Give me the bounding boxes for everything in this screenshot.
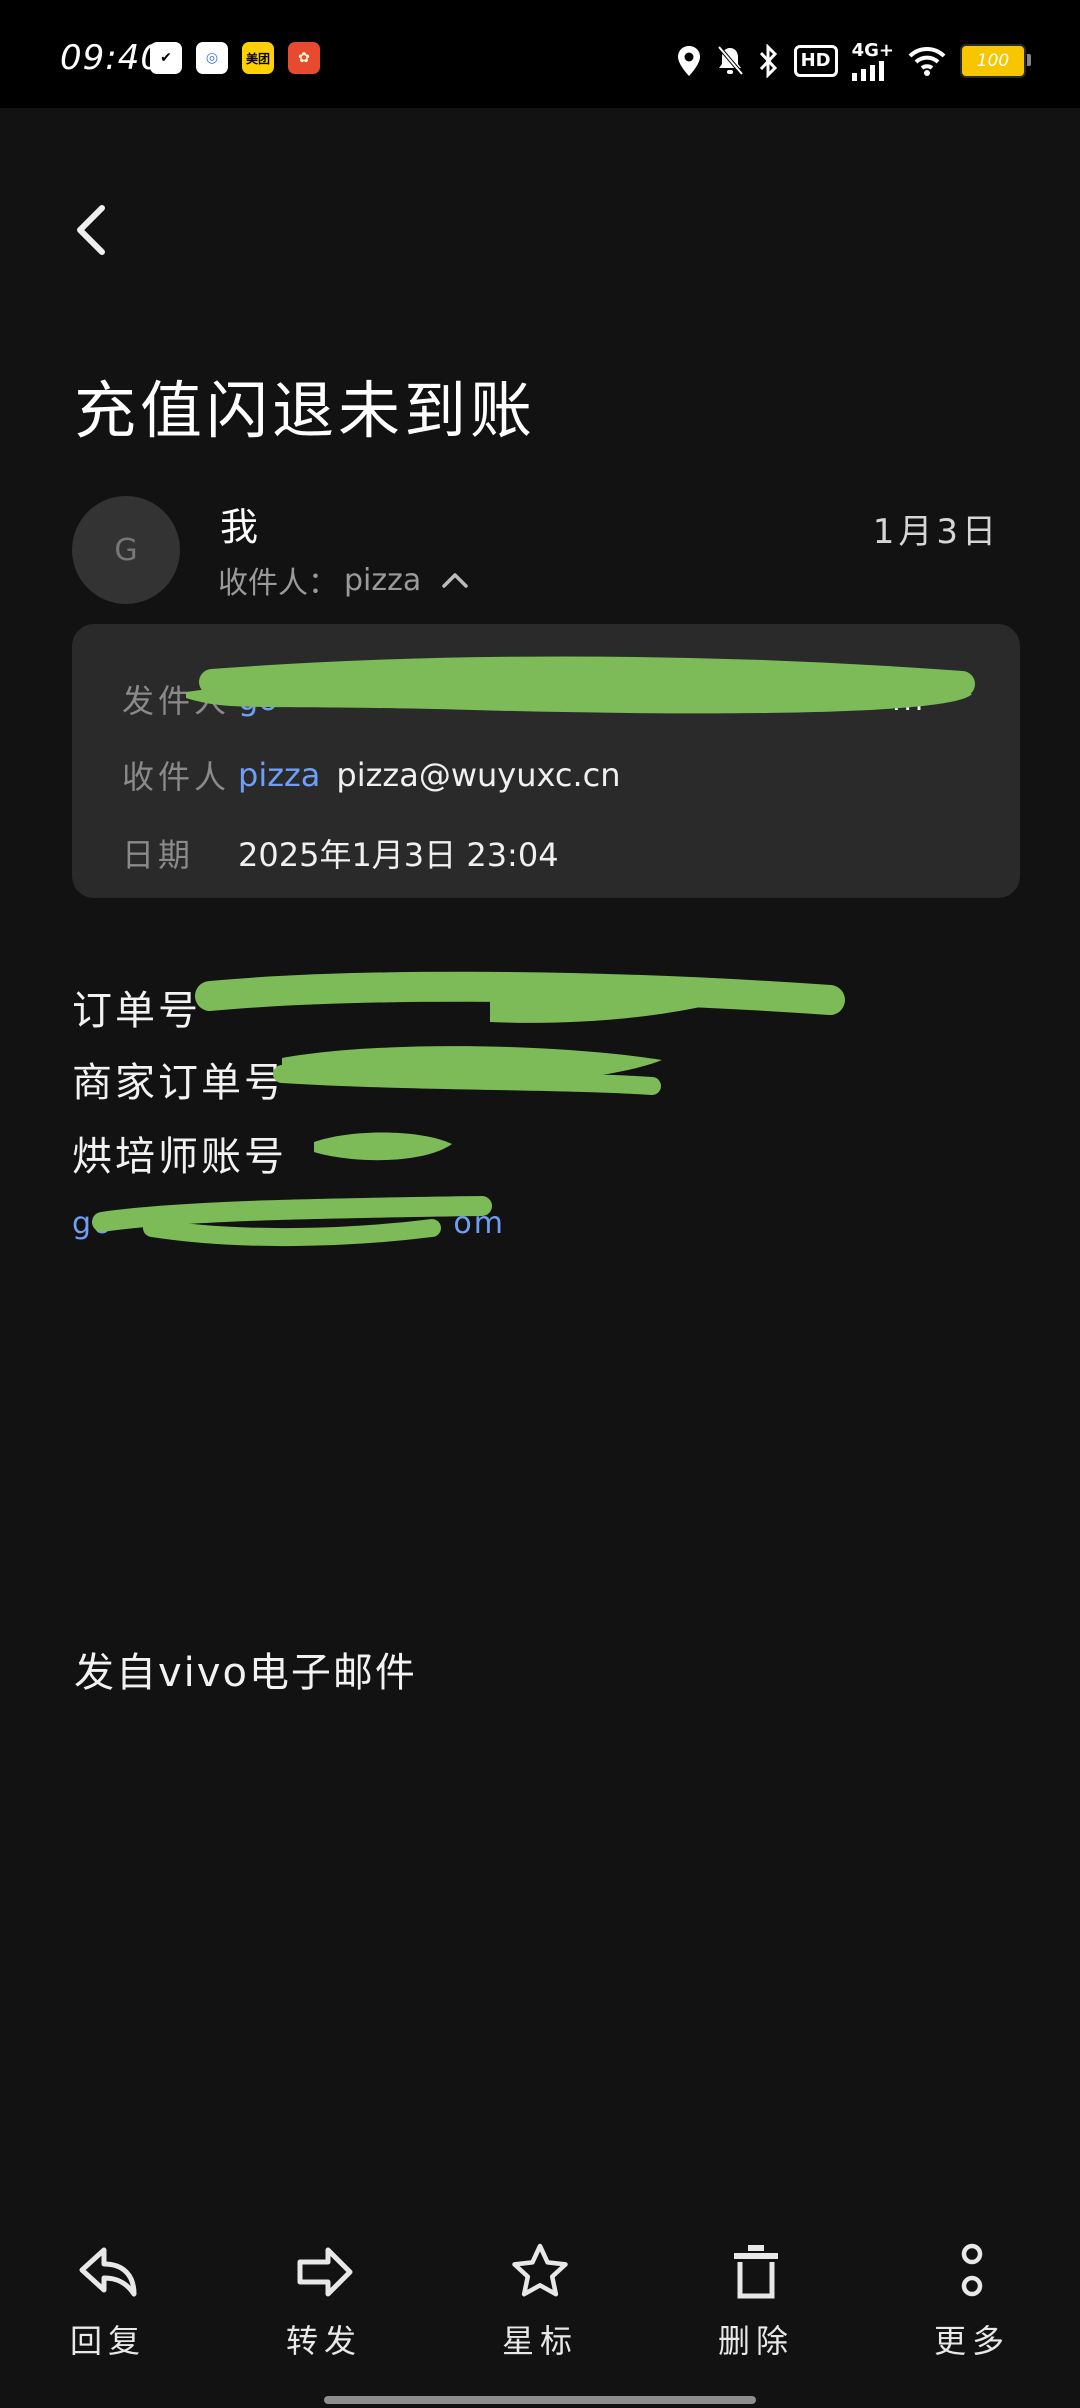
reply-icon [79,2247,137,2297]
email-details-card: 发件人 go m 收件人 pizza pizza@wuyuxc.cn 日期 20… [72,624,1020,898]
home-indicator[interactable] [324,2396,756,2404]
status-time: 09:40 [60,38,163,78]
baidu-netdisk-icon: ◎ [196,42,228,74]
redaction-from [186,656,975,714]
date-row: 日期 2025年1月3日 23:04 [122,830,559,876]
reply-button[interactable]: 回复 [38,2240,178,2362]
star-label: 星标 [501,2322,578,2360]
recipient-summary[interactable]: 收件人： pizza [218,558,469,602]
wifi-icon [908,46,946,76]
star-button[interactable]: 星标 [470,2240,610,2362]
notification-icons: ✔ ◎ 美团 ✿ [150,42,320,74]
forward-icon [297,2247,353,2297]
redaction-email-link [92,1196,492,1247]
to-name[interactable]: pizza [238,756,320,794]
more-label: 更多 [933,2322,1010,2360]
more-icon [961,2243,983,2297]
battery-indicator: 100 [960,43,1031,78]
body-line-baker-account: 烘培师账号 [72,1134,287,1180]
delete-label: 删除 [717,2322,794,2360]
redaction-baker-account [314,1132,452,1161]
more-button[interactable]: 更多 [902,2240,1042,2362]
date-value: 2025年1月3日 23:04 [238,836,559,874]
body-line-merchant-order: 商家订单号 [72,1060,287,1106]
email-subject: 充值闪退未到账 [74,374,537,447]
recipient-summary-name: pizza [344,562,422,598]
network-type: 4G+ [851,40,894,61]
hd-badge: HD [793,44,838,77]
to-row: 收件人 pizza pizza@wuyuxc.cn [122,752,621,798]
star-icon [512,2243,568,2297]
location-icon [677,45,700,76]
email-date-short: 1月3日 [872,512,1000,552]
email-signature: 发自vivo电子邮件 [74,1650,417,1696]
signal-bars-icon [851,61,884,81]
sender-avatar: G [72,496,180,604]
sender-name: 我 [220,505,259,549]
email-detail-screen: 09:40 ✔ ◎ 美团 ✿ HD 4G+ 100 充值闪退未到账 G 我 收件… [0,0,1080,2408]
bluetooth-icon [759,43,777,78]
game-icon: ✿ [288,42,320,74]
bottom-action-bar: 回复 转发 星标 删除 更多 [0,2240,1080,2380]
system-icons: HD 4G+ 100 [676,40,1031,81]
forward-button[interactable]: 转发 [254,2240,394,2362]
body-line-order-number: 订单号 [72,988,201,1034]
recipient-summary-label: 收件人： [218,566,338,601]
meituan-icon: 美团 [242,42,274,74]
mute-bell-icon [717,45,744,75]
cellular-signal: 4G+ [851,40,894,81]
clipboard-icon: ✔ [150,42,182,74]
forward-label: 转发 [285,2322,362,2360]
delete-button[interactable]: 删除 [686,2240,826,2362]
date-label: 日期 [122,836,195,874]
trash-icon [734,2245,778,2299]
to-email[interactable]: pizza@wuyuxc.cn [336,756,620,794]
back-arrow-icon[interactable] [68,200,118,260]
redaction-merchant-order [273,1046,662,1095]
status-bar: 09:40 ✔ ◎ 美团 ✿ HD 4G+ 100 [0,0,1080,108]
chevron-up-icon[interactable] [441,570,469,590]
to-label: 收件人 [122,758,231,796]
reply-label: 回复 [69,2322,146,2360]
